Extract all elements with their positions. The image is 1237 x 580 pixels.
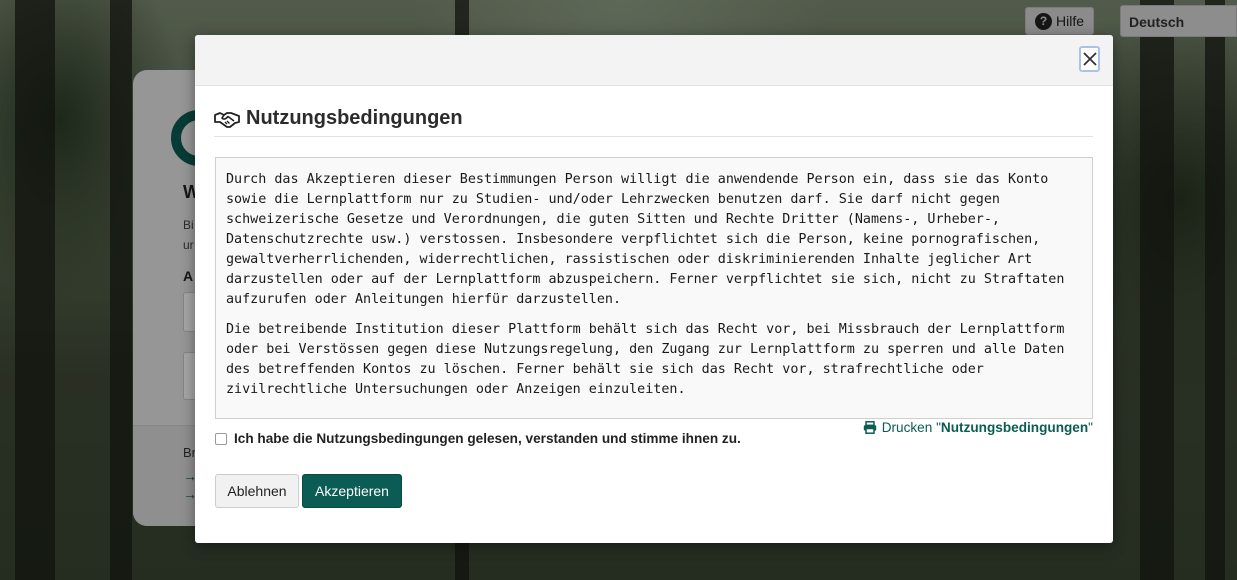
print-link-suffix: "	[1088, 420, 1093, 435]
terms-text-box[interactable]: Durch das Akzeptieren dieser Bestimmunge…	[215, 157, 1093, 419]
close-icon	[1082, 52, 1097, 66]
print-link-target: Nutzungsbedingungen	[940, 420, 1089, 435]
modal-header	[195, 35, 1113, 86]
close-button[interactable]	[1079, 46, 1100, 72]
terms-paragraph-2: Die betreibende Institution dieser Platt…	[226, 322, 1065, 397]
modal-title: Nutzungsbedingungen	[214, 107, 463, 130]
accept-button[interactable]: Akzeptieren	[302, 474, 402, 508]
print-terms-link[interactable]: Drucken "Nutzungsbedingungen"	[863, 420, 1093, 435]
modal-title-text: Nutzungsbedingungen	[246, 107, 463, 129]
decline-button[interactable]: Ablehnen	[215, 474, 299, 508]
accept-terms-checkbox[interactable]	[215, 432, 227, 445]
accept-terms-label: Ich habe die Nutzungsbedingungen gelesen…	[234, 431, 741, 446]
terms-paragraph-1: Durch das Akzeptieren dieser Bestimmunge…	[226, 172, 1065, 307]
printer-icon	[863, 421, 876, 434]
handshake-icon	[214, 111, 240, 128]
print-link-prefix: Drucken "	[881, 420, 941, 435]
title-divider	[214, 136, 1093, 137]
accept-terms-row[interactable]: Ich habe die Nutzungsbedingungen gelesen…	[215, 431, 741, 446]
terms-modal: Nutzungsbedingungen Durch das Akzeptiere…	[195, 35, 1113, 543]
